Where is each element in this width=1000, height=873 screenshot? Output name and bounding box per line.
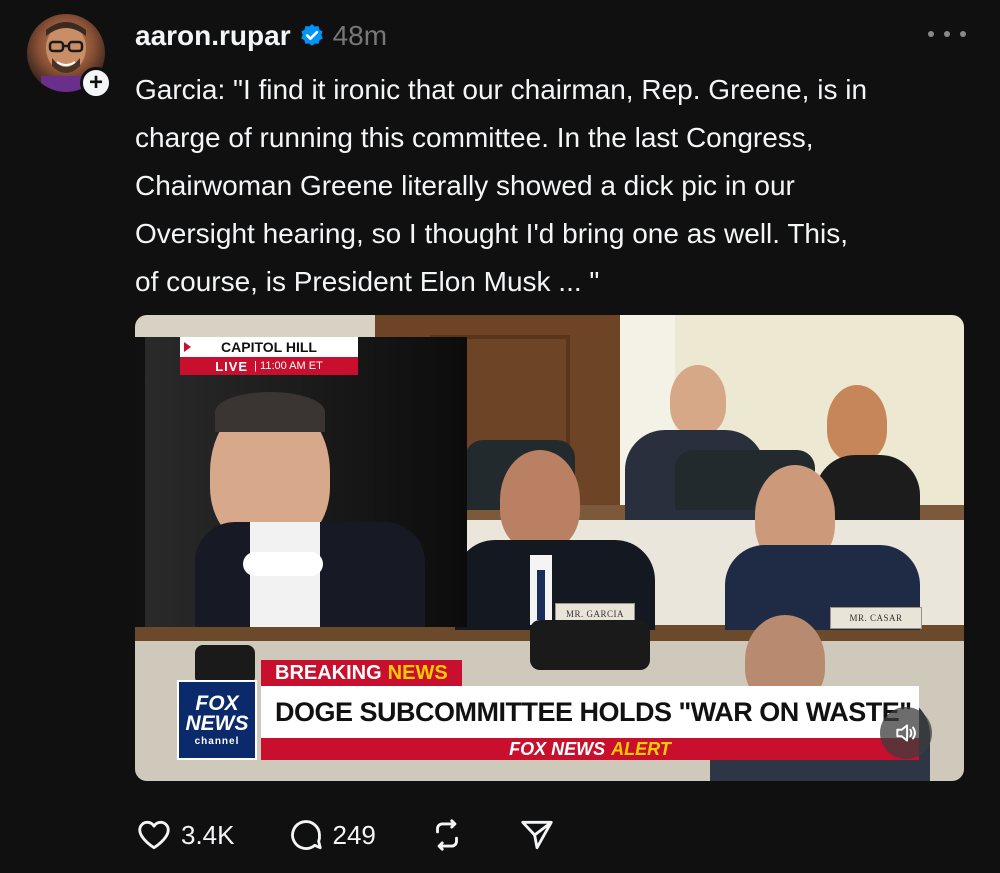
sound-toggle-button[interactable] [880, 707, 932, 759]
reply-count: 249 [332, 819, 376, 850]
send-icon [521, 820, 553, 850]
reply-button[interactable]: 249 [287, 816, 376, 854]
like-count: 3.4K [181, 819, 235, 850]
nameplate-casar: MR. CASAR [830, 607, 922, 629]
verified-badge-icon [300, 24, 323, 46]
share-button[interactable] [518, 816, 556, 854]
post-video[interactable]: MR. GARCIA MR. CASAR CAPITOL HILL LIVE | … [135, 315, 964, 781]
breaking-news-label: BREAKING NEWS [261, 660, 462, 686]
follow-plus-icon[interactable]: + [80, 67, 112, 99]
repost-icon [435, 819, 458, 851]
fox-news-alert: FOX NEWS ALERT [261, 738, 919, 760]
speaker-icon [896, 724, 916, 742]
like-button[interactable]: 3.4K [135, 816, 235, 854]
fox-news-logo: FOX NEWS channel [177, 680, 257, 760]
repost-button[interactable] [428, 816, 466, 854]
elon-musk-poster [135, 337, 467, 627]
location-bug: CAPITOL HILL LIVE | 11:00 AM ET [180, 337, 358, 375]
comment-icon [290, 820, 322, 850]
post-actions: 3.4K 249 [135, 812, 608, 858]
triangle-icon [184, 342, 191, 352]
heart-icon [138, 820, 170, 850]
news-headline: DOGE SUBCOMMITTEE HOLDS "WAR ON WASTE" H… [261, 686, 919, 738]
author-username[interactable]: aaron.rupar [135, 20, 291, 52]
author-avatar[interactable]: + [27, 14, 112, 99]
post-header: aaron.rupar 48m [135, 18, 387, 54]
more-options-icon[interactable] [928, 22, 966, 46]
post-timestamp: 48m [332, 20, 388, 51]
post-text: Garcia: "I find it ironic that our chair… [135, 74, 868, 297]
